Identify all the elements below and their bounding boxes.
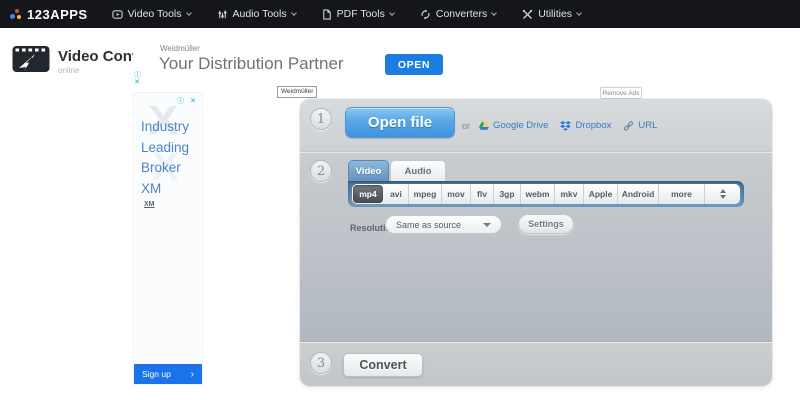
chevron-down-icon — [576, 10, 582, 16]
step-3-badge: 3 — [310, 352, 332, 374]
nav-pdf-tools[interactable]: PDF Tools — [322, 8, 394, 20]
ad-close-icon[interactable]: ✕ — [190, 98, 198, 105]
format-webm[interactable]: webm — [521, 184, 555, 204]
spinner-up-icon — [720, 189, 726, 193]
google-drive-link[interactable]: Google Drive — [479, 120, 548, 131]
123apps-logo[interactable]: 123APPS — [27, 7, 88, 22]
format-apple[interactable]: Apple — [584, 184, 618, 204]
chevron-down-icon — [291, 10, 297, 16]
format-more[interactable]: more — [659, 184, 705, 204]
top-navigation-bar: 123APPS Video Tools Audio Tools PDF Tool… — [0, 0, 800, 28]
123apps-logo-icon — [10, 8, 22, 20]
step-1-badge: 1 — [310, 108, 332, 130]
nav-audio-tools[interactable]: Audio Tools — [217, 8, 296, 20]
ad-headline: Industry Leading Broker XM — [141, 117, 189, 199]
format-android[interactable]: Android — [618, 184, 659, 204]
format-mp4[interactable]: mp4 — [353, 185, 383, 203]
dropdown-arrow-icon — [483, 223, 491, 227]
or-label: or — [462, 121, 470, 131]
chevron-right-icon: › — [191, 369, 194, 380]
link-icon — [623, 121, 634, 131]
ad-close-icon[interactable]: ✕ — [134, 79, 141, 86]
format-3gp[interactable]: 3gp — [494, 184, 521, 204]
utilities-icon — [522, 9, 533, 20]
step-2-badge: 2 — [310, 160, 332, 182]
format-flv[interactable]: flv — [471, 184, 494, 204]
tab-audio[interactable]: Audio — [390, 160, 446, 181]
chevron-down-icon — [491, 10, 497, 16]
video-converter-icon — [12, 44, 50, 74]
spinner-down-icon — [720, 195, 726, 199]
adchoices-info-icon[interactable]: ⓘ — [134, 72, 141, 79]
audio-tools-icon — [217, 9, 228, 20]
converters-icon — [420, 9, 431, 20]
convert-button[interactable]: Convert — [343, 353, 423, 377]
remove-ads-button[interactable]: Remove Ads — [600, 87, 642, 99]
dropbox-link[interactable]: Dropbox — [560, 120, 611, 131]
adchoices-info-icon[interactable]: ⓘ — [177, 98, 186, 105]
open-file-button[interactable]: Open file — [345, 107, 455, 138]
format-avi[interactable]: avi — [384, 184, 409, 204]
resolution-select[interactable]: Same as source — [385, 215, 502, 234]
nav-utilities[interactable]: Utilities — [522, 8, 581, 20]
dropbox-icon — [560, 121, 571, 131]
video-tools-icon — [112, 9, 123, 20]
ad-advertiser-link[interactable]: XM — [144, 201, 155, 208]
format-mpeg[interactable]: mpeg — [409, 184, 442, 204]
ad-tooltip: Weidmüller — [277, 86, 317, 98]
tab-video[interactable]: Video — [348, 160, 389, 181]
format-mkv[interactable]: mkv — [555, 184, 584, 204]
chevron-down-icon — [389, 10, 395, 16]
top-banner-ad[interactable]: Weidmüller Your Distribution Partner OPE… — [133, 40, 456, 86]
ad-signup-button[interactable]: Sign up › — [134, 364, 202, 384]
settings-button[interactable]: Settings — [518, 214, 574, 234]
format-bar: mp4 avi mpeg mov flv 3gp webm mkv Apple … — [348, 181, 744, 207]
pdf-tools-icon — [322, 9, 332, 20]
ad-advertiser: Weidmüller — [160, 44, 200, 53]
ad-headline: Your Distribution Partner — [159, 54, 344, 74]
converter-panel: 1 2 3 Open file or Google Drive Dropbox — [300, 99, 772, 386]
chevron-down-icon — [186, 10, 192, 16]
format-mov[interactable]: mov — [442, 184, 471, 204]
sidebar-ad[interactable]: X X ⓘ ✕ Industry Leading Broker XM XM Si… — [133, 92, 203, 385]
nav-video-tools[interactable]: Video Tools — [112, 8, 191, 20]
url-link[interactable]: URL — [623, 120, 657, 131]
nav-converters[interactable]: Converters — [420, 8, 496, 20]
google-drive-icon — [479, 121, 489, 130]
format-spinner[interactable] — [705, 184, 740, 204]
ad-open-button[interactable]: OPEN — [385, 54, 443, 75]
